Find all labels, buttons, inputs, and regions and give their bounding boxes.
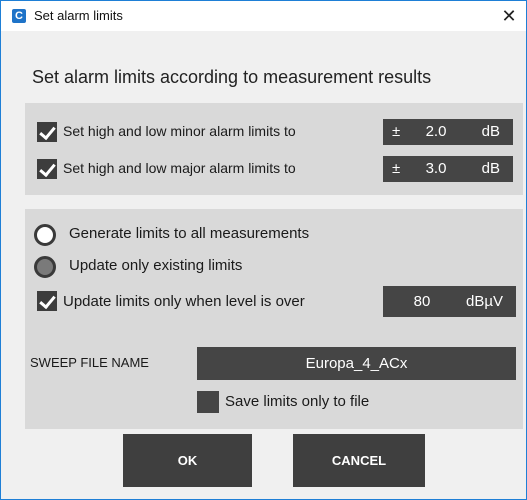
generate-all-radio[interactable]: [34, 224, 56, 246]
level-threshold-unit: dBµV: [466, 293, 503, 310]
alarm-limits-panel: Set high and low minor alarm limits to ±…: [25, 103, 523, 195]
app-logo-icon: C: [12, 9, 26, 23]
minor-limit-value: 2.0: [425, 123, 447, 140]
major-limit-value: 3.0: [425, 160, 447, 177]
plus-minus-sign: ±: [392, 160, 401, 177]
dialog-heading: Set alarm limits according to measuremen…: [32, 67, 432, 87]
close-icon[interactable]: ✕: [495, 3, 523, 29]
major-limit-field[interactable]: ± 3.0 dB: [383, 156, 513, 182]
minor-limits-checkbox[interactable]: [37, 122, 57, 142]
level-threshold-field[interactable]: 80 dBµV: [383, 286, 516, 317]
plus-minus-sign: ±: [392, 123, 401, 140]
minor-limit-field[interactable]: ± 2.0 dB: [383, 119, 513, 145]
update-existing-radio[interactable]: [34, 256, 56, 278]
major-limits-checkbox[interactable]: [37, 159, 57, 179]
title-bar: C Set alarm limits ✕: [1, 1, 526, 31]
ok-button[interactable]: OK: [123, 434, 252, 487]
window-title: Set alarm limits: [34, 8, 123, 23]
update-options-panel: Generate limits to all measurements Upda…: [25, 209, 523, 429]
generate-all-label: Generate limits to all measurements: [69, 225, 310, 242]
minor-limit-unit: dB: [481, 123, 500, 140]
minor-limits-label: Set high and low minor alarm limits to: [63, 123, 296, 139]
major-limits-label: Set high and low major alarm limits to: [63, 160, 296, 176]
dialog-window: C Set alarm limits ✕ Set alarm limits ac…: [0, 0, 527, 500]
sweep-file-label: SWEEP FILE NAME: [30, 355, 149, 370]
level-threshold-label: Update limits only when level is over: [63, 293, 305, 310]
level-threshold-value: 80: [413, 293, 431, 310]
major-limit-unit: dB: [481, 160, 500, 177]
level-threshold-checkbox[interactable]: [37, 291, 57, 311]
cancel-button[interactable]: CANCEL: [293, 434, 425, 487]
sweep-file-input[interactable]: Europa_4_ACx: [197, 347, 516, 380]
save-to-file-checkbox[interactable]: [197, 391, 219, 413]
save-to-file-label: Save limits only to file: [225, 393, 370, 410]
update-existing-label: Update only existing limits: [69, 257, 243, 274]
